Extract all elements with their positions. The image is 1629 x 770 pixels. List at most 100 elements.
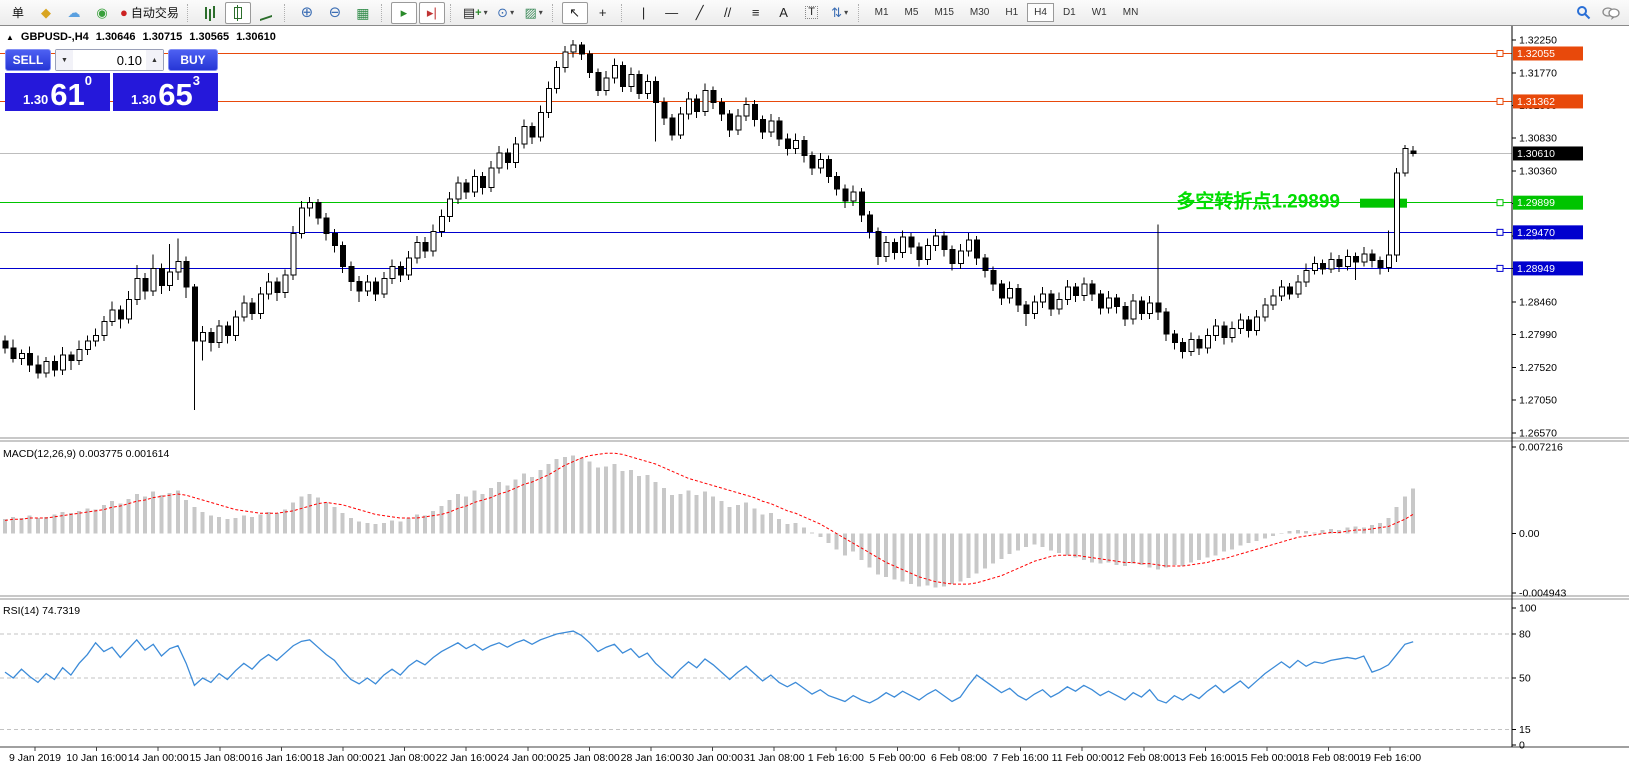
zoom-out-button[interactable]: ⊖ bbox=[322, 2, 348, 24]
svg-text:1.28949: 1.28949 bbox=[1517, 263, 1555, 275]
symbol-name: GBPUSD-,H4 bbox=[21, 31, 89, 43]
auto-scroll-icon: ▸ bbox=[401, 6, 408, 19]
svg-text:10 Jan 16:00: 10 Jan 16:00 bbox=[66, 752, 127, 764]
rsi-levels bbox=[0, 634, 1512, 729]
ohlc-low: 1.30565 bbox=[189, 31, 229, 43]
timeframe-mn[interactable]: MN bbox=[1116, 3, 1146, 22]
separator bbox=[284, 4, 289, 22]
svg-text:9 Jan 2019: 9 Jan 2019 bbox=[9, 752, 61, 764]
fibonacci-button[interactable]: ≡ bbox=[743, 2, 769, 24]
separator bbox=[450, 4, 455, 22]
chart-shift-button[interactable]: ▸| bbox=[419, 2, 445, 24]
svg-text:1.29899: 1.29899 bbox=[1517, 197, 1555, 209]
crosshair-button[interactable]: + bbox=[590, 2, 616, 24]
volume-down-button[interactable]: ▼ bbox=[56, 50, 73, 70]
svg-text:0: 0 bbox=[1519, 740, 1525, 752]
time-axis: 9 Jan 201910 Jan 16:0014 Jan 00:0015 Jan… bbox=[9, 747, 1421, 764]
timeframe-m5[interactable]: M5 bbox=[898, 3, 926, 22]
price-axis: 1.322501.317701.313001.308301.303601.298… bbox=[1512, 35, 1566, 752]
bar-chart-button[interactable] bbox=[197, 2, 223, 24]
svg-text:1 Feb 16:00: 1 Feb 16:00 bbox=[808, 752, 864, 764]
timeframe-w1[interactable]: W1 bbox=[1085, 3, 1114, 22]
autotrade-button[interactable]: ● 自动交易 bbox=[117, 2, 182, 24]
auto-scroll-button[interactable]: ▸ bbox=[391, 2, 417, 24]
buy-button[interactable]: BUY bbox=[168, 49, 218, 71]
timeframe-h1[interactable]: H1 bbox=[998, 3, 1025, 22]
horizontal-line-button[interactable]: — bbox=[659, 2, 685, 24]
svg-text:1.28460: 1.28460 bbox=[1519, 297, 1557, 309]
templates-button[interactable]: ▨▾ bbox=[521, 2, 547, 24]
search-icon bbox=[1576, 5, 1591, 20]
indicators-button[interactable]: ▤+▾ bbox=[460, 2, 491, 24]
volume-up-button[interactable]: ▲ bbox=[146, 50, 163, 70]
separator bbox=[858, 4, 863, 22]
text-label-icon: T bbox=[805, 6, 818, 19]
zoom-in-button[interactable]: ⊕ bbox=[294, 2, 320, 24]
svg-text:14 Jan 00:00: 14 Jan 00:00 bbox=[128, 752, 189, 764]
ohlc-high: 1.30715 bbox=[143, 31, 183, 43]
arrows-button[interactable]: ⇅▾ bbox=[827, 2, 853, 24]
new-order-label: 单 bbox=[12, 4, 24, 21]
search-button[interactable] bbox=[1570, 2, 1596, 24]
sell-price-display[interactable]: 1.30 61 0 bbox=[5, 73, 110, 111]
svg-text:1.32250: 1.32250 bbox=[1519, 35, 1557, 47]
chart-annotation: 多空转折点1.29899 bbox=[1176, 190, 1340, 213]
channel-button[interactable]: // bbox=[715, 2, 741, 24]
chat-button[interactable] bbox=[1598, 2, 1624, 24]
svg-text:6 Feb 08:00: 6 Feb 08:00 bbox=[931, 752, 987, 764]
sell-button[interactable]: SELL bbox=[5, 49, 51, 71]
buy-price-display[interactable]: 1.30 65 3 bbox=[113, 73, 218, 111]
rsi-panel: RSI(14) 74.7319 bbox=[3, 605, 1413, 703]
history-center-icon[interactable]: ◆ bbox=[33, 2, 59, 24]
candlestick-chart-button[interactable] bbox=[225, 2, 251, 24]
svg-text:16 Jan 16:00: 16 Jan 16:00 bbox=[251, 752, 312, 764]
one-click-toggle-icon[interactable]: ▲ bbox=[6, 33, 14, 42]
trendline-icon: ╱ bbox=[696, 6, 704, 19]
svg-text:19 Feb 16:00: 19 Feb 16:00 bbox=[1359, 752, 1421, 764]
svg-text:1.26570: 1.26570 bbox=[1519, 427, 1557, 439]
horizontal-lines bbox=[0, 50, 1512, 271]
ohlc-close: 1.30610 bbox=[236, 31, 276, 43]
channel-icon: // bbox=[724, 6, 731, 19]
zoom-out-icon: ⊖ bbox=[329, 5, 342, 20]
timeframe-h4[interactable]: H4 bbox=[1027, 3, 1054, 22]
svg-text:1.30830: 1.30830 bbox=[1519, 133, 1557, 145]
svg-text:1.27990: 1.27990 bbox=[1519, 329, 1557, 341]
separator bbox=[187, 4, 192, 22]
timeframe-m1[interactable]: M1 bbox=[868, 3, 896, 22]
new-order-button[interactable]: 单 bbox=[5, 2, 31, 24]
signals-icon[interactable]: ◉ bbox=[89, 2, 115, 24]
bar-chart-icon bbox=[205, 7, 207, 19]
svg-text:13 Feb 16:00: 13 Feb 16:00 bbox=[1174, 752, 1236, 764]
timeframe-m30[interactable]: M30 bbox=[963, 3, 996, 22]
svg-text:15: 15 bbox=[1519, 724, 1531, 736]
horizontal-line-icon: — bbox=[665, 6, 678, 19]
tile-windows-button[interactable]: ▦ bbox=[350, 2, 376, 24]
symbol-header: ▲ GBPUSD-,H4 1.30646 1.30715 1.30565 1.3… bbox=[6, 31, 276, 43]
market-watch-icon[interactable]: ☁ bbox=[61, 2, 87, 24]
chart-shift-icon: ▸| bbox=[427, 6, 437, 19]
timeframe-m15[interactable]: M15 bbox=[927, 3, 960, 22]
cursor-button[interactable]: ↖ bbox=[562, 2, 588, 24]
volume-input[interactable] bbox=[73, 50, 146, 70]
svg-text:21 Jan 08:00: 21 Jan 08:00 bbox=[374, 752, 435, 764]
svg-text:25 Jan 08:00: 25 Jan 08:00 bbox=[559, 752, 620, 764]
text-icon: A bbox=[779, 6, 788, 19]
sell-price-prefix: 1.30 bbox=[23, 93, 48, 108]
autotrade-label: 自动交易 bbox=[131, 4, 179, 21]
line-chart-button[interactable] bbox=[253, 2, 279, 24]
svg-text:18 Jan 00:00: 18 Jan 00:00 bbox=[313, 752, 374, 764]
svg-text:1.27050: 1.27050 bbox=[1519, 394, 1557, 406]
chart-canvas[interactable]: 多空转折点1.29899 MACD(12,26,9) 0.003775 0.001… bbox=[0, 0, 1629, 770]
periods-button[interactable]: ⊙▾ bbox=[493, 2, 519, 24]
buy-price-main: 65 bbox=[158, 82, 192, 108]
text-label-button[interactable]: T bbox=[799, 2, 825, 24]
macd-panel: MACD(12,26,9) 0.003775 0.001614 bbox=[3, 448, 1415, 588]
ohlc-open: 1.30646 bbox=[96, 31, 136, 43]
text-button[interactable]: A bbox=[771, 2, 797, 24]
chevron-down-icon: ▾ bbox=[539, 8, 543, 17]
vertical-line-button[interactable]: | bbox=[631, 2, 657, 24]
trendline-button[interactable]: ╱ bbox=[687, 2, 713, 24]
timeframe-d1[interactable]: D1 bbox=[1056, 3, 1083, 22]
panel-borders bbox=[0, 26, 1629, 747]
